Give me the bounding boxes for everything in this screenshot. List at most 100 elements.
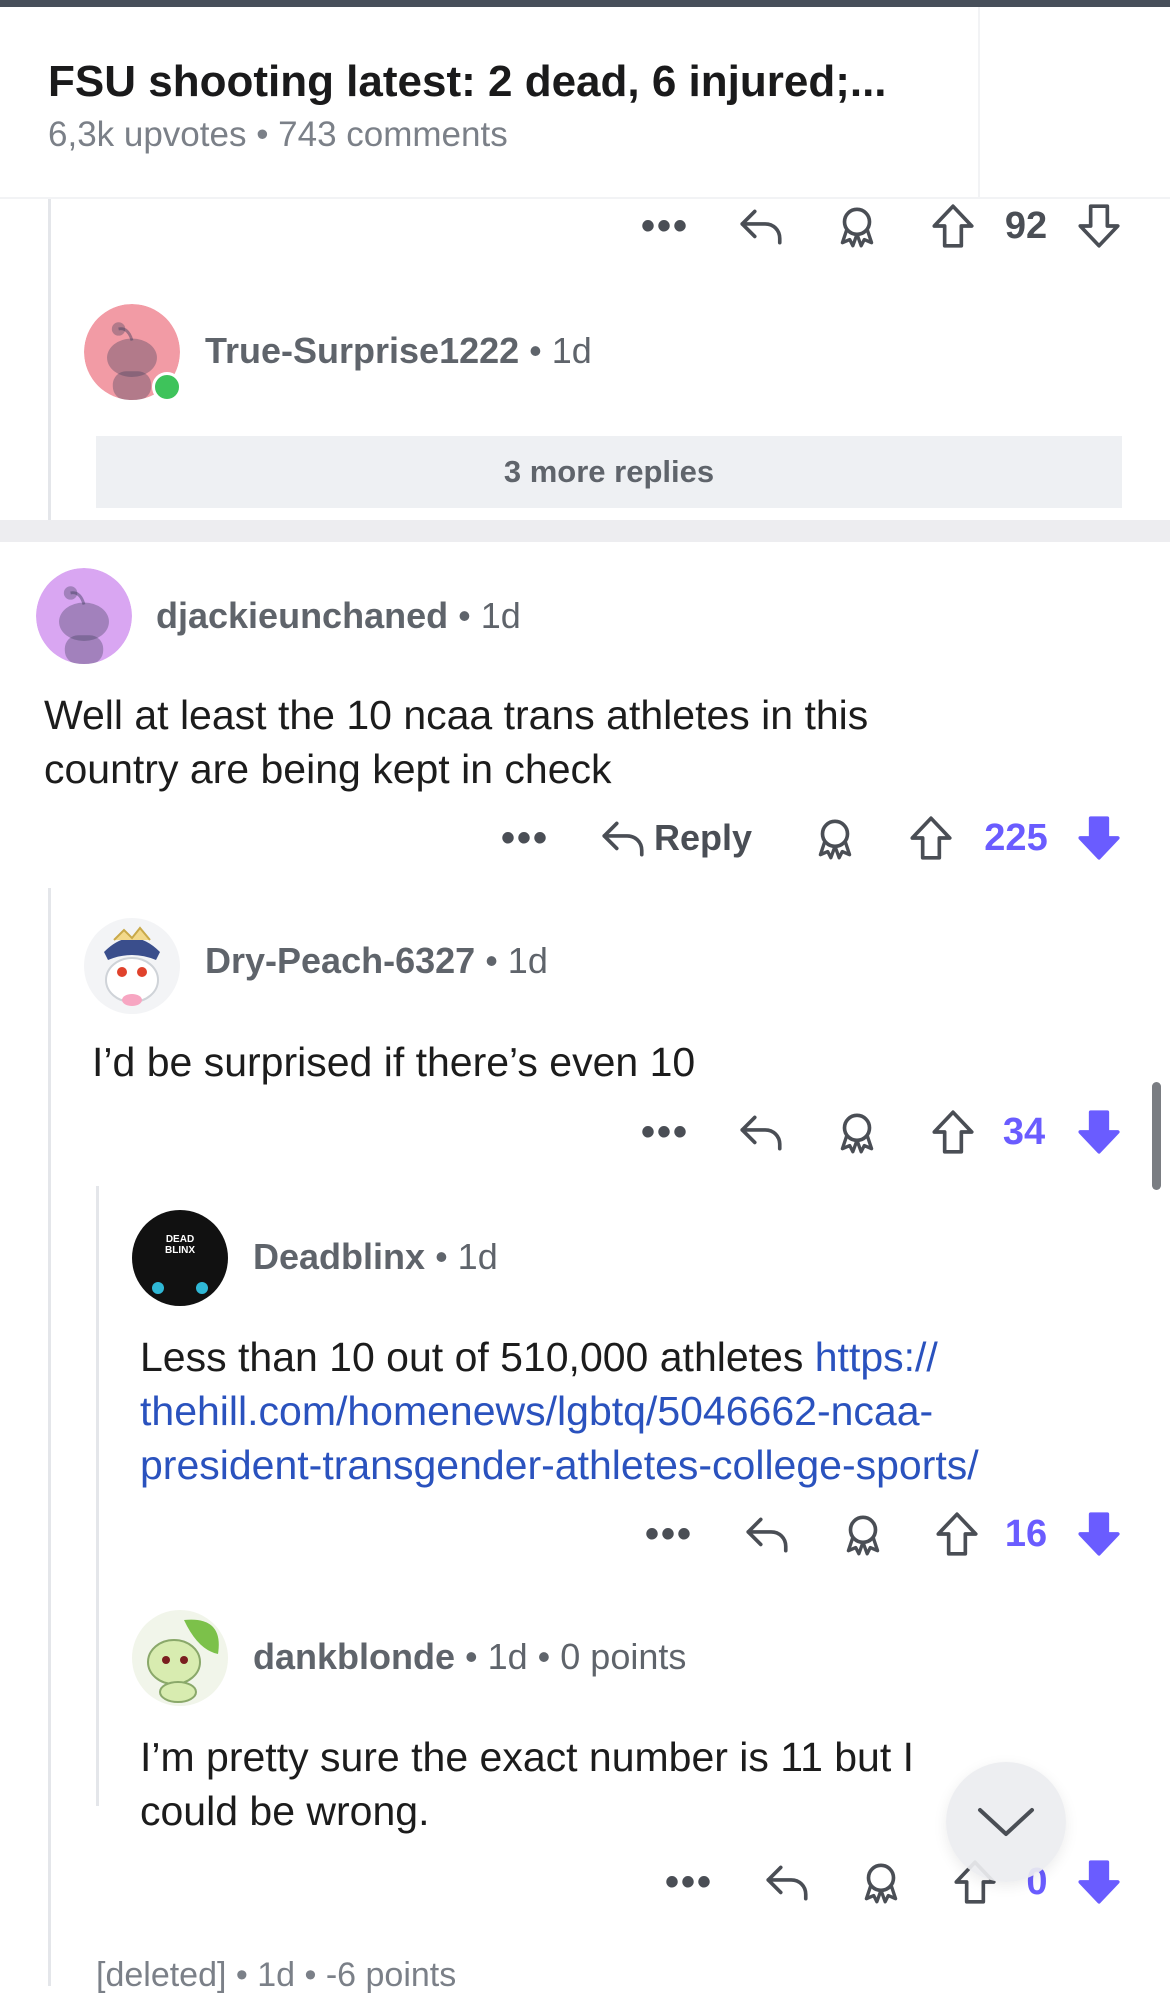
downvote-button[interactable]: [1072, 808, 1126, 868]
more-options-button[interactable]: •••: [640, 196, 690, 256]
scrollbar[interactable]: [1152, 1082, 1161, 1190]
more-dots-icon: •••: [640, 1110, 689, 1154]
section-divider: [0, 520, 1170, 542]
reply-button[interactable]: [734, 196, 788, 256]
comment-body-line: I’d be surprised if there’s even 10: [92, 1039, 696, 1085]
award-icon: [832, 201, 882, 251]
downvote-arrow-icon: [1074, 1857, 1124, 1907]
downvote-button[interactable]: [1072, 196, 1126, 256]
more-options-button[interactable]: •••: [664, 1852, 714, 1912]
upvote-button[interactable]: [904, 808, 958, 868]
avatar[interactable]: [84, 918, 180, 1014]
username[interactable]: djackieunchaned: [156, 595, 448, 636]
snoo-captain-avatar-icon: [104, 926, 160, 1006]
award-button[interactable]: [830, 1102, 884, 1162]
award-button[interactable]: [836, 1504, 890, 1564]
post-header[interactable]: FSU shooting latest: 2 dead, 6 injured;.…: [0, 7, 1170, 197]
article-link[interactable]: president-transgender-athletes-college-s…: [140, 1438, 1140, 1492]
chevron-down-icon: [978, 1808, 1034, 1836]
comment-body-line: I’m pretty sure the exact number is 11 b…: [140, 1734, 915, 1780]
comment-body-line: could be wrong.: [140, 1788, 430, 1834]
article-link[interactable]: thehill.com/homenews/lgbtq/5046662-ncaa-: [140, 1384, 1140, 1438]
comment-author-line: True-Surprise1222 • 1d: [205, 330, 592, 372]
award-button[interactable]: [854, 1852, 908, 1912]
leaf-creature-avatar-icon: [147, 1619, 219, 1703]
downvote-button[interactable]: [1072, 1852, 1126, 1912]
username[interactable]: Deadblinx: [253, 1236, 425, 1277]
vote-count: 92: [1004, 204, 1048, 247]
top-status-strip: [0, 0, 1170, 7]
comment-action-bar: ••• 34: [0, 1102, 1170, 1162]
upvote-arrow-icon: [928, 1107, 978, 1157]
comment-body-line: Well at least the 10 ncaa trans athletes…: [44, 692, 869, 738]
comment-time: • 1d: [458, 595, 521, 636]
reply-label: Reply: [654, 817, 753, 858]
award-button[interactable]: [830, 196, 884, 256]
reply-button[interactable]: [760, 1852, 814, 1912]
upvote-arrow-icon: [932, 1509, 982, 1559]
reply-button[interactable]: [734, 1102, 788, 1162]
award-icon: [856, 1857, 906, 1907]
comment-body: I’d be surprised if there’s even 10: [92, 1035, 1132, 1089]
article-link[interactable]: https://: [815, 1334, 938, 1380]
more-options-button[interactable]: •••: [640, 1102, 690, 1162]
online-status-dot: [152, 372, 182, 402]
comment-author-line: Deadblinx • 1d: [253, 1236, 498, 1278]
reply-button[interactable]: Reply: [598, 808, 768, 868]
glowing-eyes-icon: [152, 1282, 208, 1294]
award-icon: [838, 1509, 888, 1559]
thread-line: [96, 1186, 99, 1806]
reply-arrow-icon: [598, 813, 648, 863]
post-title[interactable]: FSU shooting latest: 2 dead, 6 injured;.…: [48, 57, 887, 107]
avatar[interactable]: DEAD BLINX: [132, 1210, 228, 1306]
vote-count: 34: [1002, 1110, 1046, 1153]
deleted-comment-header: [deleted] • 1d • -6 points: [96, 1956, 457, 1994]
username[interactable]: dankblonde: [253, 1636, 455, 1677]
reply-arrow-icon: [742, 1509, 792, 1559]
reply-arrow-icon: [762, 1857, 812, 1907]
header-side-panel: [978, 7, 1170, 197]
avatar[interactable]: [132, 1610, 228, 1706]
reply-arrow-icon: [736, 201, 786, 251]
reply-button[interactable]: [740, 1504, 794, 1564]
downvote-arrow-icon: [1074, 1107, 1124, 1157]
avatar[interactable]: [36, 568, 132, 664]
thread-line: [48, 888, 51, 1986]
next-comment-button[interactable]: [946, 1762, 1066, 1882]
username[interactable]: Dry-Peach-6327: [205, 940, 475, 981]
more-dots-icon: •••: [500, 816, 549, 860]
comment-body-line: country are being kept in check: [44, 746, 612, 792]
comment-action-bar: ••• 92: [0, 196, 1170, 256]
comment-time: • 1d: [485, 940, 548, 981]
downvote-button[interactable]: [1072, 1102, 1126, 1162]
upvote-button[interactable]: [926, 1102, 980, 1162]
comment-time: • 1d: [435, 1236, 498, 1277]
award-icon: [832, 1107, 882, 1157]
comment-action-bar: ••• Reply 225: [0, 808, 1170, 868]
more-options-button[interactable]: •••: [644, 1504, 694, 1564]
downvote-button[interactable]: [1072, 1504, 1126, 1564]
vote-count: 225: [984, 816, 1048, 859]
more-options-button[interactable]: •••: [500, 808, 550, 868]
more-dots-icon: •••: [644, 1512, 693, 1556]
upvote-arrow-icon: [906, 813, 956, 863]
comment-time: • 1d: [529, 330, 592, 371]
more-dots-icon: •••: [664, 1860, 713, 1904]
more-replies-button[interactable]: 3 more replies: [96, 436, 1122, 508]
comment-body-line: Less than 10 out of 510,000 athletes htt…: [140, 1334, 938, 1380]
upvote-button[interactable]: [930, 1504, 984, 1564]
comment-author-line: Dry-Peach-6327 • 1d: [205, 940, 548, 982]
comment-author-line: djackieunchaned • 1d: [156, 595, 521, 637]
downvote-arrow-icon: [1074, 813, 1124, 863]
reply-arrow-icon: [736, 1107, 786, 1157]
comment-action-bar: ••• 16: [0, 1504, 1170, 1564]
award-icon: [810, 813, 860, 863]
comment-body: Less than 10 out of 510,000 athletes htt…: [140, 1330, 1140, 1492]
comment-time: • 1d • 0 points: [465, 1636, 687, 1677]
comment-body: I’m pretty sure the exact number is 11 b…: [140, 1730, 1020, 1838]
award-button[interactable]: [808, 808, 862, 868]
username[interactable]: True-Surprise1222: [205, 330, 519, 371]
upvote-button[interactable]: [926, 196, 980, 256]
vote-count: 16: [1004, 1512, 1048, 1555]
more-dots-icon: •••: [640, 204, 689, 248]
